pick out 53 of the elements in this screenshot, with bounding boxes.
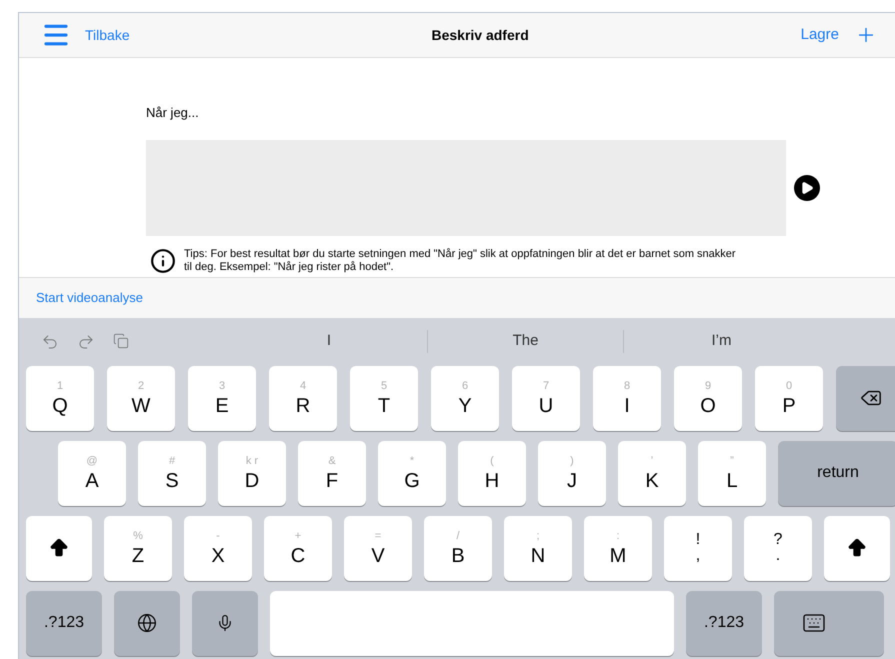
key[interactable]: 7 U (512, 366, 580, 430)
key[interactable]: ; N (504, 516, 572, 580)
key[interactable]: # S (138, 440, 206, 506)
paste-icon[interactable] (113, 332, 129, 348)
info-icon (150, 248, 176, 274)
shift-key[interactable] (824, 516, 890, 580)
suggestion[interactable]: I’m (712, 330, 732, 353)
key[interactable]: ( H (458, 440, 526, 506)
shift-key[interactable] (26, 516, 92, 580)
key[interactable]: 4 R (269, 366, 337, 430)
globe-icon (137, 613, 157, 633)
back-link[interactable]: Tilbake (85, 24, 130, 46)
backspace-key[interactable] (836, 366, 895, 430)
prompt-label: Når jeg... (146, 104, 200, 122)
key[interactable]: 5 T (350, 366, 418, 430)
shift-icon (846, 537, 868, 559)
screen-title: Beskriv adferd (431, 26, 529, 44)
key[interactable]: ! , (664, 516, 732, 580)
key[interactable]: ’ K (618, 440, 686, 506)
return-key[interactable]: return (778, 440, 895, 506)
key[interactable]: * G (378, 440, 446, 506)
key[interactable]: = V (344, 516, 412, 580)
key[interactable]: 3 E (188, 366, 256, 430)
key[interactable]: 8 I (593, 366, 661, 430)
save-link[interactable]: Lagre (800, 24, 839, 46)
key[interactable]: @ A (58, 440, 126, 506)
suggestion[interactable]: The (512, 330, 538, 353)
shift-icon (48, 537, 70, 559)
numbers-key[interactable]: .?123 (26, 590, 102, 656)
key[interactable]: ” L (698, 440, 766, 506)
numbers-key[interactable]: .?123 (686, 590, 762, 656)
key[interactable]: / B (424, 516, 492, 580)
key[interactable]: - X (184, 516, 252, 580)
key[interactable]: + C (264, 516, 332, 580)
key[interactable]: 2 W (107, 366, 175, 430)
key[interactable]: 9 O (674, 366, 742, 430)
key[interactable]: 6 Y (431, 366, 499, 430)
key[interactable]: & F (298, 440, 366, 506)
globe-key[interactable] (114, 590, 180, 656)
play-icon[interactable] (794, 174, 820, 200)
key[interactable]: ? . (744, 516, 812, 580)
redo-icon[interactable] (77, 332, 95, 350)
key[interactable]: ) J (538, 440, 606, 506)
undo-icon[interactable] (41, 332, 59, 350)
tip-text: Tips: For best resultat bør du starte setningen med "Når jeg" slik at oppfatningen blir at det er barnet som snakker til deg. Eksempel: "Når jeg rister på hodet". (184, 248, 737, 274)
key[interactable]: : M (584, 516, 652, 580)
video-analysis-link[interactable]: Start videoanalyse (36, 288, 143, 308)
key[interactable]: % Z (104, 516, 172, 580)
key[interactable]: 0 P (755, 366, 823, 430)
key[interactable]: 1 Q (26, 366, 94, 430)
suggestion[interactable]: I (326, 330, 332, 353)
key[interactable]: k r D (218, 440, 286, 506)
microphone-icon (216, 614, 234, 632)
